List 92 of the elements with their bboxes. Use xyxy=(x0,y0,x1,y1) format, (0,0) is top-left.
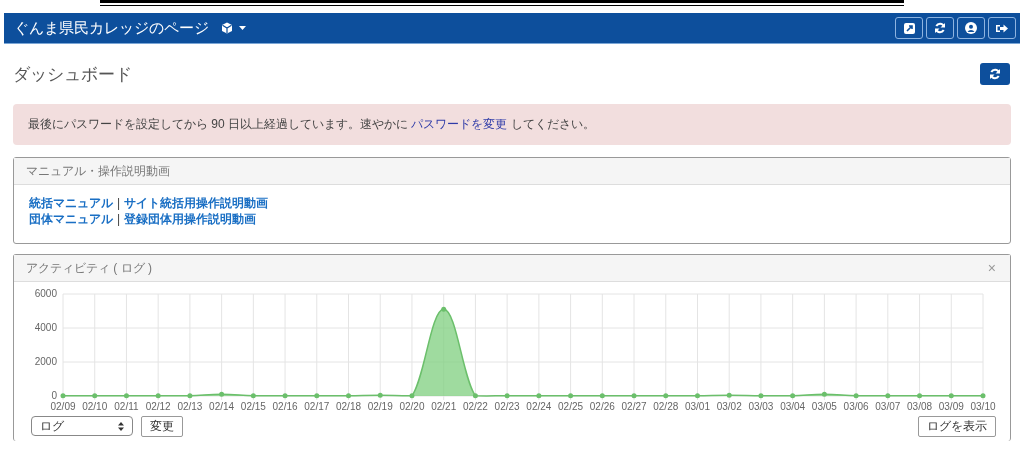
data-point xyxy=(758,393,764,399)
x-tick-label: 03/05 xyxy=(811,401,837,412)
data-point xyxy=(282,393,288,399)
data-point xyxy=(92,393,98,399)
x-tick-label: 02/21 xyxy=(431,401,457,412)
x-tick-label: 03/10 xyxy=(970,401,996,412)
change-password-link[interactable]: パスワードを変更 xyxy=(411,117,508,131)
data-point xyxy=(853,393,859,399)
refresh-icon xyxy=(989,68,1001,80)
account-button[interactable] xyxy=(957,17,985,39)
site-title[interactable]: ぐんま県民カレッジのページ xyxy=(14,18,209,38)
data-point xyxy=(409,393,415,399)
data-point xyxy=(885,393,891,399)
data-point xyxy=(695,393,700,399)
x-tick-label: 02/22 xyxy=(462,401,488,412)
refresh-icon xyxy=(934,22,946,34)
data-point xyxy=(631,393,637,399)
change-button[interactable]: 変更 xyxy=(141,416,183,437)
data-point xyxy=(219,391,225,397)
logout-icon xyxy=(996,22,1008,34)
separator-text: | xyxy=(117,195,121,211)
x-tick-label: 02/16 xyxy=(272,401,298,412)
data-point xyxy=(568,393,574,399)
caret-icon[interactable] xyxy=(239,26,246,30)
data-point xyxy=(346,393,351,399)
x-tick-label: 03/01 xyxy=(684,401,710,412)
data-point xyxy=(599,393,605,399)
x-tick-label: 02/25 xyxy=(558,401,584,412)
data-point xyxy=(726,392,732,398)
edit-icon xyxy=(903,22,915,34)
data-point xyxy=(790,393,796,399)
x-tick-label: 03/06 xyxy=(843,401,869,412)
data-point xyxy=(980,393,986,399)
y-tick-label: 4000 xyxy=(34,322,57,333)
data-point xyxy=(441,306,447,312)
show-log-button[interactable]: ログを表示 xyxy=(918,416,996,437)
cube-icon[interactable] xyxy=(221,22,233,34)
x-tick-label: 02/19 xyxy=(367,401,393,412)
user-icon xyxy=(965,22,977,34)
x-tick-label: 03/09 xyxy=(938,401,964,412)
logout-button[interactable] xyxy=(988,17,1016,39)
panel-title: マニュアル・操作説明動画 xyxy=(26,162,170,180)
x-tick-label: 02/15 xyxy=(240,401,266,412)
data-point xyxy=(155,393,161,399)
data-point xyxy=(948,393,954,399)
data-point xyxy=(123,393,129,399)
x-tick-label: 03/03 xyxy=(748,401,774,412)
sort-icon xyxy=(118,421,124,431)
y-tick-label: 2000 xyxy=(34,356,57,367)
refresh-button[interactable] xyxy=(926,17,954,39)
data-point xyxy=(472,393,478,399)
separator-text: | xyxy=(117,211,121,227)
data-point xyxy=(250,393,256,399)
x-tick-label: 03/08 xyxy=(907,401,933,412)
data-point xyxy=(917,393,923,399)
data-point xyxy=(377,392,383,398)
x-tick-label: 02/13 xyxy=(177,401,203,412)
refresh-button[interactable] xyxy=(980,63,1010,85)
x-tick-label: 02/24 xyxy=(526,401,552,412)
data-point xyxy=(536,393,542,399)
x-tick-label: 02/27 xyxy=(621,401,647,412)
x-tick-label: 02/12 xyxy=(145,401,171,412)
y-tick-label: 6000 xyxy=(34,288,57,299)
x-tick-label: 02/10 xyxy=(82,401,108,412)
data-point xyxy=(60,393,66,399)
page-title: ダッシュボード xyxy=(13,63,132,86)
video-link[interactable]: 登録団体用操作説明動画 xyxy=(124,211,257,227)
x-tick-label: 02/26 xyxy=(589,401,615,412)
data-point xyxy=(504,393,510,399)
x-tick-label: 02/09 xyxy=(50,401,76,412)
x-tick-label: 02/14 xyxy=(209,401,235,412)
data-point xyxy=(821,391,827,397)
data-point xyxy=(187,393,193,399)
data-point xyxy=(663,393,669,399)
x-tick-label: 02/17 xyxy=(304,401,330,412)
x-tick-label: 03/07 xyxy=(875,401,901,412)
x-tick-label: 02/18 xyxy=(336,401,362,412)
password-alert-text: 最後にパスワードを設定してから 90 日以上経過しています。速やかに パスワードを変更 してください。 xyxy=(28,116,596,133)
video-link[interactable]: サイト統括用操作説明動画 xyxy=(124,195,269,211)
log-select[interactable]: ログ xyxy=(31,416,133,436)
manual-link[interactable]: 団体マニュアル xyxy=(29,211,113,227)
panel-title: アクティビティ ( ログ ) xyxy=(26,259,152,277)
x-tick-label: 03/04 xyxy=(780,401,806,412)
x-tick-label: 02/28 xyxy=(653,401,679,412)
x-tick-label: 02/11 xyxy=(114,401,139,412)
x-tick-label: 02/23 xyxy=(494,401,520,412)
data-point xyxy=(314,393,320,399)
x-tick-label: 03/02 xyxy=(716,401,742,412)
edit-button[interactable] xyxy=(895,17,923,39)
x-tick-label: 02/20 xyxy=(399,401,425,412)
y-tick-label: 0 xyxy=(51,390,57,401)
manual-link[interactable]: 統括マニュアル xyxy=(29,195,113,211)
